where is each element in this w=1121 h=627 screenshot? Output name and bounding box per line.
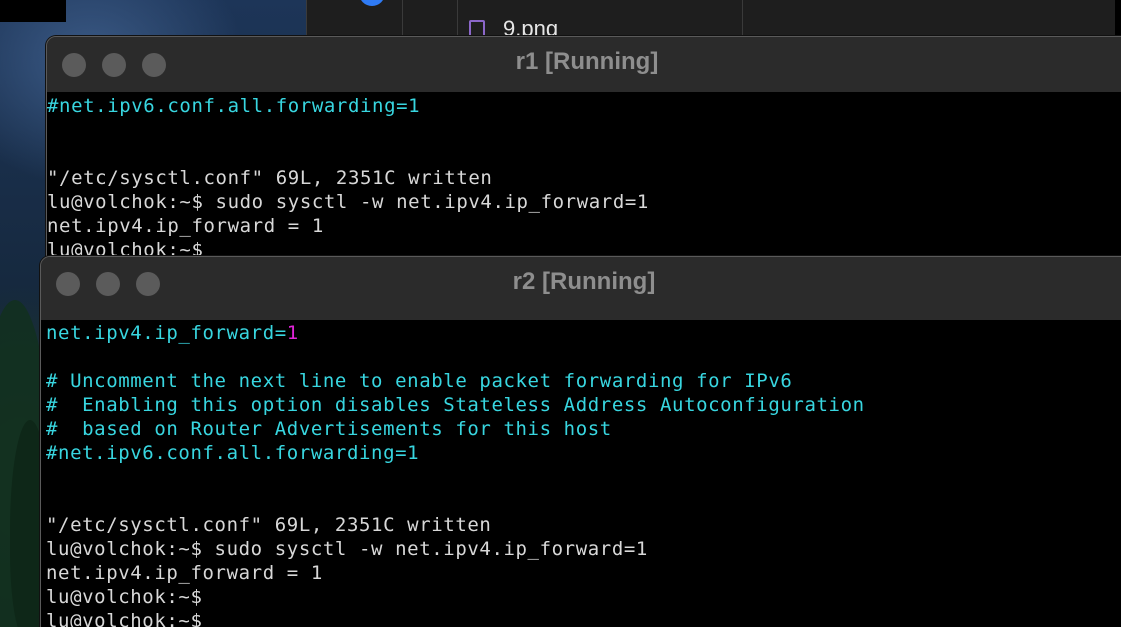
column-divider: [742, 0, 743, 40]
vm-window-r1[interactable]: r1 [Running] #net.ipv6.conf.all.forwardi…: [46, 36, 1121, 278]
terminal-comment: # based on Router Advertisements for thi…: [46, 418, 612, 440]
terminal-line: lu@volchok:~$ sudo sysctl -w net.ipv4.ip…: [47, 191, 649, 213]
terminal-line: lu@volchok:~$ sudo sysctl -w net.ipv4.ip…: [46, 538, 648, 560]
terminal-line: net.ipv4.ip_forward = 1: [47, 215, 324, 237]
terminal-comment: # Enabling this option disables Stateles…: [46, 394, 865, 416]
terminal-line: net.ipv4.ip_forward = 1: [46, 562, 323, 584]
terminal-prompt: lu@volchok:~$: [46, 586, 203, 608]
column-divider: [402, 0, 403, 40]
top-left-black-block: [0, 0, 66, 22]
terminal-prompt: lu@volchok:~$: [46, 610, 203, 627]
terminal-line: #net.ipv6.conf.all.forwarding=1: [47, 95, 421, 117]
terminal-line: "/etc/sysctl.conf" 69L, 2351C written: [46, 514, 492, 536]
config-value: 1: [286, 322, 299, 344]
terminal-r1[interactable]: #net.ipv6.conf.all.forwarding=1 "/etc/sy…: [47, 92, 1121, 277]
terminal-r2[interactable]: net.ipv4.ip_forward=1 # Uncomment the ne…: [41, 320, 1121, 627]
vm-window-r2[interactable]: r2 [Running] net.ipv4.ip_forward=1 # Unc…: [40, 256, 1121, 627]
blue-badge-icon: [359, 0, 385, 6]
background-finder-window[interactable]: 9.png: [306, 0, 1121, 41]
titlebar-r2[interactable]: r2 [Running]: [41, 257, 1121, 320]
desktop-background: 9.png r1 [Running] #net.ipv6.conf.all.fo…: [0, 0, 1121, 627]
terminal-comment: # Uncomment the next line to enable pack…: [46, 370, 793, 392]
window-edge: [1115, 0, 1121, 40]
titlebar-r1[interactable]: r1 [Running]: [47, 37, 1121, 92]
column-divider: [457, 0, 458, 40]
window-title: r1 [Running]: [515, 48, 659, 75]
window-title: r2 [Running]: [512, 268, 656, 295]
terminal-line: "/etc/sysctl.conf" 69L, 2351C written: [47, 167, 493, 189]
terminal-line: net.ipv4.ip_forward=1: [46, 321, 299, 345]
terminal-comment: #net.ipv6.conf.all.forwarding=1: [46, 442, 420, 464]
config-key: net.ipv4.ip_forward=: [46, 322, 287, 344]
